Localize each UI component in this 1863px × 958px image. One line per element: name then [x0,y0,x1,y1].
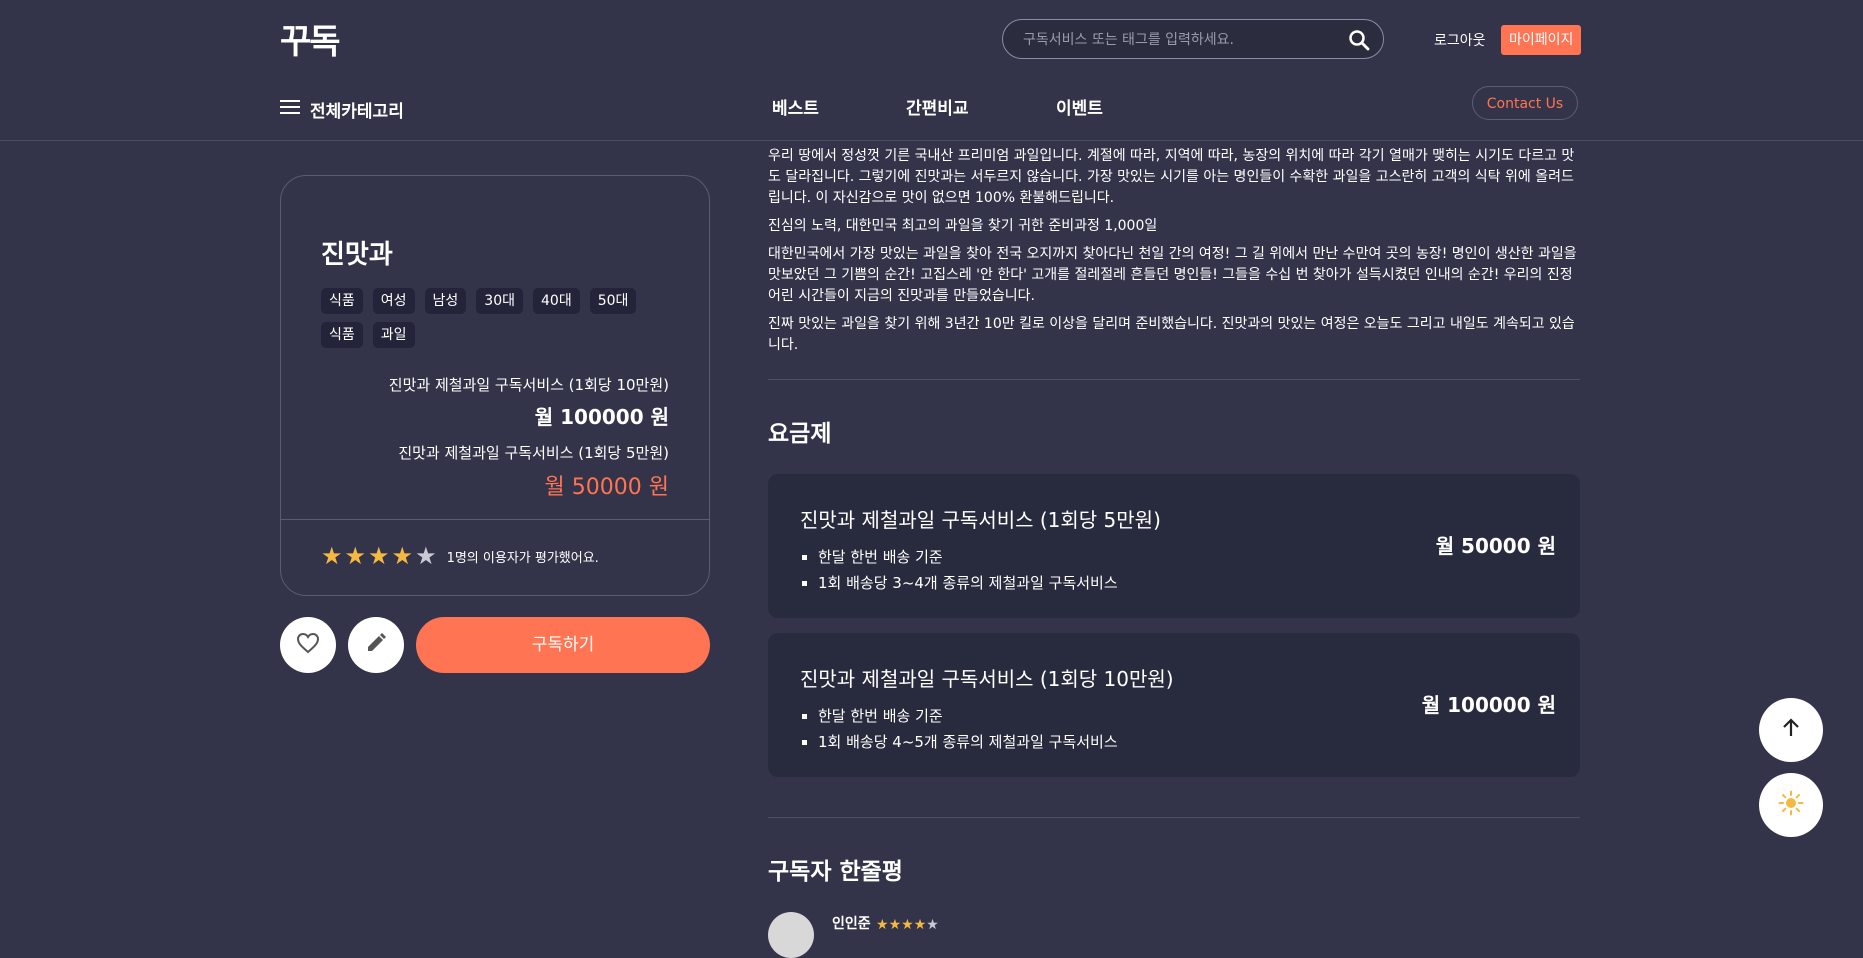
plan-feature: 한달 한번 배송 기준 [818,544,1118,570]
tag[interactable]: 남성 [424,288,467,314]
like-button[interactable] [280,617,336,673]
star-icon: ★ [876,917,889,933]
nav-event[interactable]: 이벤트 [1056,91,1103,127]
plan-summary-name: 진맛과 제철과일 구독서비스 (1회당 5만원) [398,444,669,462]
star-icon: ★ [926,917,939,933]
star-icon: ★ [913,917,927,933]
logout-link[interactable]: 로그아웃 [1434,30,1486,50]
tag[interactable]: 여성 [372,288,415,314]
all-category-button[interactable]: 전체카테고리 [280,91,404,127]
product-summary-card: 진맛과 식품 여성 남성 30대 40대 50대 식품 과일 진맛과 제철과일 … [280,175,710,596]
nav-best[interactable]: 베스트 [772,91,819,127]
plan-feature: 1회 배송당 3~4개 종류의 제철과일 구독서비스 [818,570,1118,596]
search-box [1002,19,1384,60]
mypage-button[interactable]: 마이페이지 [1501,25,1582,55]
pencil-icon [365,632,387,658]
plan-card[interactable]: 진맛과 제철과일 구독서비스 (1회당 5만원) 한달 한번 배송 기준 1회 … [768,474,1580,618]
search-icon[interactable] [1347,28,1371,52]
tag[interactable]: 50대 [589,288,637,314]
plan-summary: 진맛과 제철과일 구독서비스 (1회당 5만원) 월 50000 원 [398,442,669,501]
all-category-label: 전체카테고리 [310,101,404,122]
menu-icon [280,99,300,120]
star-icon: ★ [888,917,902,933]
star-icon: ★ [415,542,437,570]
plan-feature: 한달 한번 배송 기준 [818,703,1118,729]
plan-features: 한달 한번 배송 기준 1회 배송당 3~4개 종류의 제철과일 구독서비스 [800,544,1118,596]
divider [768,379,1580,380]
description-paragraph: 대한민국에서 가장 맛있는 과일을 찾아 전국 오지까지 찾아다닌 천일 간의 … [768,246,1577,304]
star-icon: ★ [321,542,343,570]
logo[interactable]: 꾸독 [280,14,341,63]
tag-list: 식품 여성 남성 30대 40대 50대 식품 과일 [321,288,651,348]
tag[interactable]: 40대 [533,288,580,314]
tag[interactable]: 30대 [476,288,523,314]
plan-summary-name: 진맛과 제철과일 구독서비스 (1회당 10만원) [388,376,669,394]
plan-name: 진맛과 제철과일 구독서비스 (1회당 5만원) [800,508,1161,532]
tag[interactable]: 식품 [321,288,363,314]
header: 꾸독 로그아웃 마이페이지 [0,0,1863,80]
product-title: 진맛과 [321,240,393,270]
star-icon: ★ [391,542,414,570]
description-paragraph: 진심의 노력, 대한민국 최고의 과일을 찾기 귀한 준비과정 1,000일 [768,218,1158,234]
rating-count-text: 1명의 이용자가 평가했어요. [446,550,599,566]
star-icon: ★ [368,542,390,570]
plan-feature: 1회 배송당 4~5개 종류의 제철과일 구독서비스 [818,729,1118,755]
write-review-button[interactable] [348,617,404,673]
star-icon: ★ [901,917,914,933]
plan-card[interactable]: 진맛과 제철과일 구독서비스 (1회당 10만원) 한달 한번 배송 기준 1회… [768,633,1580,777]
tag[interactable]: 식품 [321,322,363,348]
contact-us-button[interactable]: Contact Us [1472,86,1578,120]
rating: ★ ★ ★ ★ ★ 1명의 이용자가 평가했어요. [321,544,599,568]
tag[interactable]: 과일 [372,322,415,348]
product-description: 우리 땅에서 정성껏 기른 국내산 프리미엄 과일입니다. 계절에 따라, 지역… [768,146,1580,363]
plan-summary-price: 월 50000 원 [544,475,669,500]
divider [281,519,709,520]
description-paragraph: 우리 땅에서 정성껏 기른 국내산 프리미엄 과일입니다. 계절에 따라, 지역… [768,148,1575,206]
star-icon: ★ [344,542,367,570]
plan-summary-price: 월 100000 원 [534,405,669,429]
description-paragraph: 진짜 맛있는 과일을 찾기 위해 3년간 10만 킬로 이상을 달리며 준비했습… [768,316,1575,353]
reviews-section-title: 구독자 한줄평 [768,859,903,885]
plans-section-title: 요금제 [768,421,832,447]
nav-compare[interactable]: 간편비교 [906,91,969,127]
scroll-top-button[interactable] [1759,698,1823,762]
plan-summary: 진맛과 제철과일 구독서비스 (1회당 10만원) 월 100000 원 [389,374,669,430]
avatar [768,912,814,958]
heart-icon [296,632,320,658]
main-nav: 전체카테고리 베스트 간편비교 이벤트 Contact Us [0,80,1863,141]
sun-icon [1778,790,1804,820]
plan-price: 월 50000 원 [1435,534,1556,558]
search-input[interactable] [1021,20,1345,60]
subscribe-button[interactable]: 구독하기 [416,617,710,673]
arrow-up-icon [1780,717,1802,743]
plan-features: 한달 한번 배송 기준 1회 배송당 4~5개 종류의 제철과일 구독서비스 [800,703,1118,755]
plan-name: 진맛과 제철과일 구독서비스 (1회당 10만원) [800,667,1174,691]
divider [768,817,1580,818]
star-rating: ★ ★ ★ ★ ★ [321,544,437,568]
theme-toggle-button[interactable] [1759,773,1823,837]
review-rating: ★★★★★ [876,913,939,937]
reviewer-name: 인인준 [832,916,871,932]
plan-price: 월 100000 원 [1421,693,1556,717]
